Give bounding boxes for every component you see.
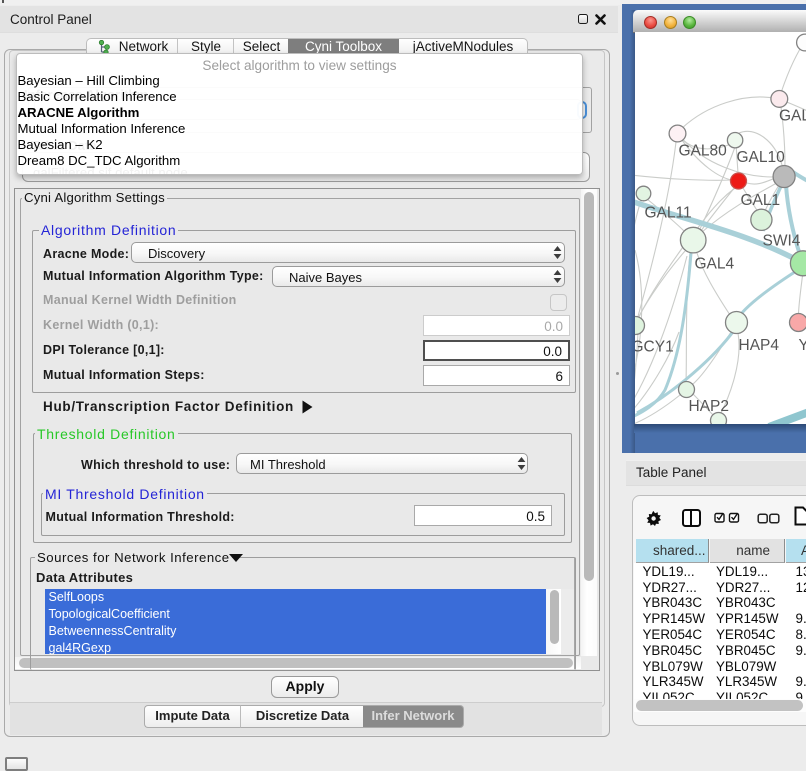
svg-text:GCY1: GCY1 (635, 338, 674, 355)
svg-text:HAP2: HAP2 (688, 398, 729, 415)
svg-text:SWI4: SWI4 (762, 232, 800, 249)
svg-text:HAP4: HAP4 (738, 337, 779, 354)
svg-text:GAL4: GAL4 (694, 255, 734, 272)
svg-text:GAL1: GAL1 (740, 192, 780, 209)
svg-text:Y: Y (798, 337, 806, 354)
svg-text:GAL8: GAL8 (779, 107, 806, 124)
svg-text:GAL10: GAL10 (736, 149, 785, 166)
svg-text:GAL11: GAL11 (644, 204, 691, 221)
svg-text:GAL80: GAL80 (678, 142, 727, 159)
